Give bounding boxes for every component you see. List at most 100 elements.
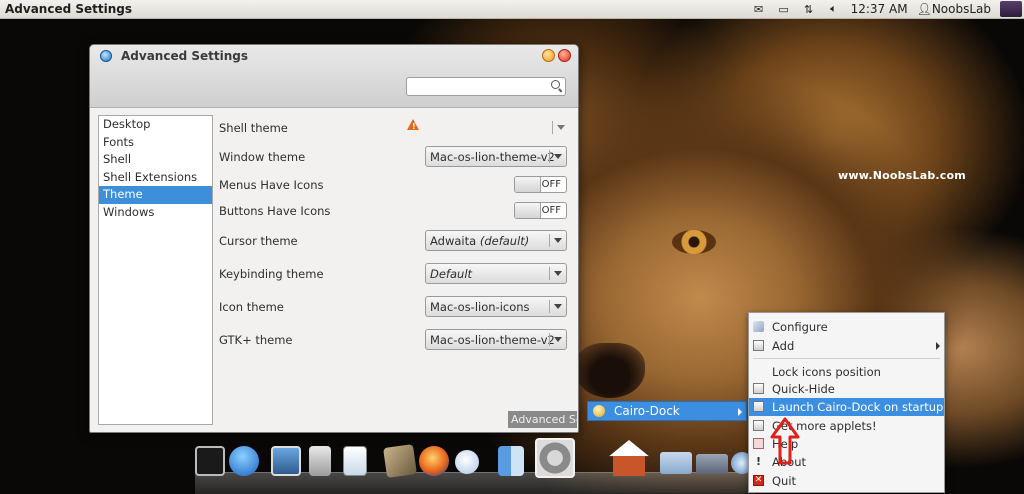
cairo-dock-submenu: Configure Add Lock icons position Quick-… — [748, 312, 945, 493]
mail-icon[interactable]: ✉ — [751, 2, 767, 16]
volume-icon[interactable]: 🔈︎ — [826, 2, 842, 16]
panel-indicators: ✉ ▭ ⇅ 🔈︎ 12:37 AM 👤︎NoobsLab — [751, 0, 1024, 18]
finder-icon[interactable] — [498, 446, 524, 476]
setting-label: Menus Have Icons — [219, 178, 324, 192]
setting-label: Buttons Have Icons — [219, 204, 331, 218]
battery-icon[interactable]: ▭ — [776, 2, 792, 16]
menus-have-icons-toggle[interactable]: OFF — [514, 176, 567, 193]
menu-item-label: Configure — [772, 320, 828, 334]
sidebar-item-desktop[interactable]: Desktop — [99, 116, 212, 134]
combo-separator — [549, 267, 550, 280]
chevron-down-icon — [554, 304, 562, 309]
setting-row-icon-theme: Icon theme Mac-os-lion-icons — [219, 296, 569, 320]
menu-item-quit[interactable]: ✕ Quit — [749, 472, 944, 490]
search-input[interactable] — [406, 77, 566, 96]
window-titlebar[interactable]: Advanced Settings — [90, 45, 578, 67]
chat-icon[interactable] — [455, 450, 479, 474]
menu-item-lock-icons[interactable]: Lock icons position — [749, 363, 944, 381]
sidebar-item-fonts[interactable]: Fonts — [99, 134, 212, 152]
cairo-dock-icon — [593, 405, 605, 417]
cairo-dock-menu-item[interactable]: Cairo-Dock — [587, 401, 747, 421]
chevron-down-icon — [554, 271, 562, 276]
window-header: Advanced Settings — [90, 45, 578, 108]
combo-value-main: Adwaita — [430, 234, 477, 248]
menu-item-configure[interactable]: Configure — [749, 318, 944, 336]
sidebar-item-shell-extensions[interactable]: Shell Extensions — [99, 169, 212, 187]
wrench-icon — [753, 321, 764, 332]
chevron-right-icon — [738, 408, 742, 416]
chevron-down-icon — [554, 154, 562, 159]
setting-row-shell-theme: Shell theme ! — [219, 117, 569, 141]
setting-row-gtk-theme: GTK+ theme Mac-os-lion-theme-v2 — [219, 329, 569, 353]
shell-theme-combo[interactable] — [549, 118, 567, 135]
user-name: NoobsLab — [931, 2, 991, 16]
combo-separator — [549, 234, 550, 247]
search-icon — [551, 80, 560, 89]
combo-separator — [549, 300, 550, 313]
chevron-down-icon — [554, 337, 562, 342]
chevron-right-icon — [936, 342, 940, 350]
advanced-settings-window: Advanced Settings Desktop Fonts Shell Sh… — [89, 44, 579, 433]
active-app-name[interactable]: Advanced Settings — [5, 2, 132, 16]
minimize-button[interactable] — [542, 49, 555, 62]
toggle-state: OFF — [541, 205, 561, 216]
sidebar-item-shell[interactable]: Shell — [99, 151, 212, 169]
menu-item-launch-on-startup[interactable]: Launch Cairo-Dock on startup — [749, 398, 944, 416]
stamp-icon[interactable] — [383, 444, 417, 478]
setting-label: Window theme — [219, 150, 306, 164]
setting-label: Keybinding theme — [219, 267, 324, 281]
combo-value-suffix: (default) — [479, 234, 530, 248]
app-store-icon[interactable] — [229, 446, 259, 476]
clock[interactable]: 12:37 AM — [851, 2, 908, 16]
menu-item-label: Quick-Hide — [772, 382, 835, 396]
documents-folder-icon[interactable] — [660, 452, 692, 474]
home-icon[interactable] — [609, 440, 649, 476]
setting-row-menus-have-icons: Menus Have Icons OFF — [219, 176, 569, 200]
firefox-icon[interactable] — [419, 446, 449, 476]
window-controls — [542, 49, 571, 62]
network-icon[interactable]: ⇅ — [801, 2, 817, 16]
window-theme-combo[interactable]: Mac-os-lion-theme-v2 — [425, 146, 567, 167]
combo-separator — [549, 333, 550, 346]
session-menu-icon[interactable] — [1000, 1, 1022, 17]
setting-label: GTK+ theme — [219, 333, 293, 347]
user-icon: 👤︎ — [916, 2, 932, 16]
preview-icon[interactable] — [343, 446, 367, 476]
close-button[interactable] — [558, 49, 571, 62]
add-icon — [753, 401, 764, 412]
icon-theme-combo[interactable]: Mac-os-lion-icons — [425, 296, 567, 317]
combo-value: Mac-os-lion-icons — [430, 300, 530, 314]
gtk-theme-combo[interactable]: Mac-os-lion-theme-v2 — [425, 329, 567, 350]
wallpaper-watermark: www.NoobsLab.com — [838, 169, 966, 182]
setting-label: Cursor theme — [219, 234, 298, 248]
add-icon — [753, 340, 764, 351]
calculator-icon[interactable] — [309, 446, 331, 476]
cairo-dock-menu-label: Cairo-Dock — [614, 404, 680, 418]
settings-icon[interactable] — [535, 438, 575, 478]
photos-icon[interactable] — [271, 446, 301, 476]
menu-item-label: Launch Cairo-Dock on startup — [772, 400, 944, 414]
wallpaper-lion-nose — [575, 343, 645, 398]
help-icon — [753, 438, 764, 449]
app-icon — [100, 50, 112, 62]
setting-label: Icon theme — [219, 300, 284, 314]
info-icon: ! — [755, 455, 762, 468]
keybinding-theme-combo[interactable]: Default — [425, 263, 567, 284]
terminal-icon[interactable] — [195, 446, 225, 476]
dock-tooltip: Advanced Settings — [508, 411, 577, 428]
hide-icon — [753, 383, 764, 394]
setting-row-keybinding-theme: Keybinding theme Default — [219, 263, 569, 287]
sidebar-item-windows[interactable]: Windows — [99, 204, 212, 222]
menu-item-label: Quit — [772, 474, 797, 488]
buttons-have-icons-toggle[interactable]: OFF — [514, 202, 567, 219]
menu-item-quick-hide[interactable]: Quick-Hide — [749, 380, 944, 398]
menu-item-add[interactable]: Add — [749, 337, 944, 355]
cursor-theme-combo[interactable]: Adwaita (default) — [425, 230, 567, 251]
top-panel: Advanced Settings ✉ ▭ ⇅ 🔈︎ 12:37 AM 👤︎No… — [0, 0, 1024, 19]
toggle-knob — [515, 203, 541, 218]
setting-label: Shell theme — [219, 121, 288, 135]
folder-icon[interactable] — [696, 454, 728, 474]
sidebar-item-theme[interactable]: Theme — [99, 186, 212, 204]
user-menu[interactable]: 👤︎NoobsLab — [917, 2, 991, 16]
combo-value: Mac-os-lion-theme-v2 — [430, 333, 555, 347]
